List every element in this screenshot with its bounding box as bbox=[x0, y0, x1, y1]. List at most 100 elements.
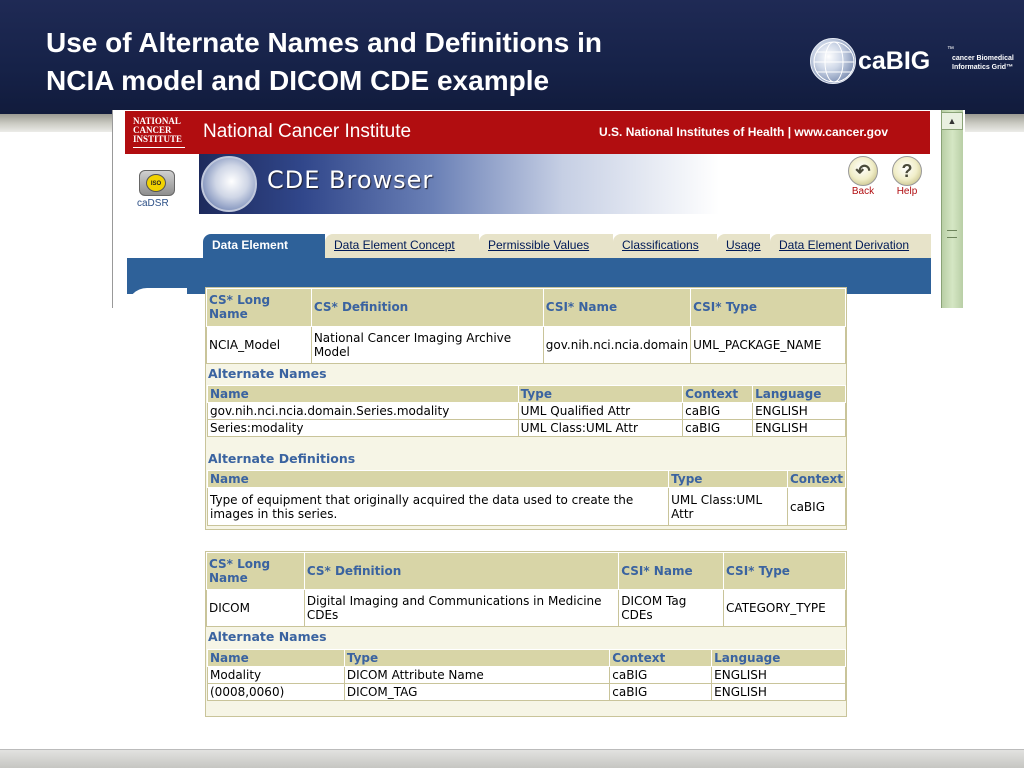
tab-data-element[interactable]: Data Element bbox=[203, 234, 325, 260]
table-cell: ENGLISH bbox=[752, 419, 846, 437]
table-cell: caBIG bbox=[682, 419, 754, 437]
alternate-names-section: Name Type Context Language gov.nih.nci.n… bbox=[207, 385, 846, 437]
tab-data-element-derivation[interactable]: Data Element Derivation bbox=[770, 234, 931, 258]
app-title: CDE Browser bbox=[267, 166, 434, 194]
table-row: NCIA_Model National Cancer Imaging Archi… bbox=[206, 325, 846, 364]
column-header: Context bbox=[609, 649, 713, 667]
table-cell: UML Qualified Attr bbox=[517, 402, 684, 420]
tab-strip-curve bbox=[127, 288, 187, 308]
cabig-trademark: ™ bbox=[947, 46, 954, 53]
table-cell: gov.nih.nci.ncia.domain.Series.modality bbox=[207, 402, 519, 420]
column-header: CSI* Type bbox=[690, 288, 846, 327]
column-header: Language bbox=[752, 385, 846, 403]
table-header-row: Name Type Context Language bbox=[207, 649, 846, 667]
alternate-names-section: Name Type Context Language Modality DICO… bbox=[207, 649, 846, 701]
scrollbar-grip[interactable] bbox=[947, 230, 957, 238]
table-header-row: Name Type Context Language bbox=[207, 385, 846, 403]
column-header: CS* Definition bbox=[303, 552, 620, 590]
table-cell: DICOM_TAG bbox=[343, 683, 611, 701]
table-cell: UML_PACKAGE_NAME bbox=[690, 325, 846, 364]
alternate-definitions-table: Name Type Context Type of equipment that… bbox=[206, 470, 847, 526]
column-header: Type bbox=[668, 470, 788, 488]
globe-icon bbox=[810, 38, 856, 84]
column-header: Name bbox=[207, 385, 519, 403]
slide-footer bbox=[0, 749, 1024, 768]
nih-links[interactable]: U.S. National Institutes of Health | www… bbox=[599, 125, 888, 139]
dicom-classification-panel: CS* Long Name CS* Definition CSI* Name C… bbox=[205, 551, 847, 717]
table-header-row: CS* Long Name CS* Definition CSI* Name C… bbox=[206, 288, 846, 327]
column-header: Context bbox=[786, 470, 847, 488]
slide-header: Use of Alternate Names and Definitions i… bbox=[0, 0, 1024, 114]
alternate-names-heading: Alternate Names bbox=[208, 629, 327, 644]
alternate-definitions-heading: Alternate Definitions bbox=[208, 451, 356, 466]
back-icon: ↶ bbox=[848, 156, 878, 186]
cde-browser-banner: CDE Browser bbox=[199, 154, 719, 214]
table-row: Modality DICOM Attribute Name caBIG ENGL… bbox=[207, 666, 846, 684]
table-cell: Modality bbox=[207, 666, 345, 684]
scrollbar-track[interactable] bbox=[941, 110, 963, 308]
table-cell: caBIG bbox=[609, 683, 713, 701]
table-header-row: Name Type Context bbox=[206, 470, 847, 488]
table-row: Series:modality UML Class:UML Attr caBIG… bbox=[207, 419, 846, 437]
tab-classifications[interactable]: Classifications bbox=[613, 234, 717, 258]
table-cell: caBIG bbox=[786, 487, 847, 526]
cabig-logo: caBIG ™ cancer Biomedical Informatics Gr… bbox=[810, 38, 1014, 86]
tab-permissible-values[interactable]: Permissible Values bbox=[479, 234, 613, 258]
nci-name[interactable]: National Cancer Institute bbox=[203, 121, 411, 143]
column-header: CS* Long Name bbox=[206, 552, 305, 590]
table-cell: NCIA_Model bbox=[206, 325, 312, 364]
help-label: Help bbox=[896, 186, 918, 197]
table-cell: DICOM Attribute Name bbox=[343, 666, 611, 684]
table-cell: National Cancer Imaging Archive Model bbox=[310, 325, 544, 364]
table-cell: Digital Imaging and Communications in Me… bbox=[303, 589, 620, 627]
table-cell: DICOM bbox=[206, 589, 305, 627]
column-header: CS* Definition bbox=[310, 288, 544, 327]
table-cell: Series:modality bbox=[207, 419, 519, 437]
cadsr-label: caDSR bbox=[137, 198, 169, 209]
table-header-row: CS* Long Name CS* Definition CSI* Name C… bbox=[206, 552, 846, 590]
table-row: (0008,0060) DICOM_TAG caBIG ENGLISH bbox=[207, 683, 846, 701]
cabig-subtitle: cancer Biomedical Informatics Grid™ bbox=[952, 55, 1014, 71]
table-cell: Type of equipment that originally acquir… bbox=[206, 487, 670, 526]
cadsr-logo[interactable]: ISO caDSR bbox=[133, 156, 181, 212]
table-row: gov.nih.nci.ncia.domain.Series.modality … bbox=[207, 402, 846, 420]
table-cell: CATEGORY_TYPE bbox=[723, 589, 846, 627]
cde-browser-screenshot: NATIONAL CANCER INSTITUTE National Cance… bbox=[112, 110, 965, 308]
alternate-names-heading: Alternate Names bbox=[208, 366, 327, 381]
alternate-definitions-section: Name Type Context Type of equipment that… bbox=[206, 470, 847, 526]
back-button[interactable]: ↶ Back bbox=[843, 156, 883, 197]
table-cell: caBIG bbox=[609, 666, 713, 684]
table-cell: ENGLISH bbox=[711, 683, 846, 701]
table-cell: gov.nih.nci.ncia.domain bbox=[542, 325, 692, 364]
cabig-wordmark: caBIG bbox=[858, 47, 931, 75]
iso-badge: ISO bbox=[146, 174, 166, 192]
table-row: DICOM Digital Imaging and Communications… bbox=[206, 589, 846, 627]
nci-logo[interactable]: NATIONAL CANCER INSTITUTE bbox=[133, 117, 185, 148]
table-cell: UML Class:UML Attr bbox=[668, 487, 788, 526]
column-header: Language bbox=[711, 649, 846, 667]
help-icon: ? bbox=[892, 156, 922, 186]
classification-table: CS* Long Name CS* Definition CSI* Name C… bbox=[206, 552, 846, 627]
column-header: CSI* Name bbox=[542, 288, 692, 327]
column-header: CSI* Name bbox=[618, 552, 725, 590]
column-header: CSI* Type bbox=[723, 552, 846, 590]
column-header: Context bbox=[682, 385, 754, 403]
tab-data-element-concept[interactable]: Data Element Concept bbox=[325, 234, 479, 258]
column-header: Name bbox=[206, 470, 670, 488]
scrollbar[interactable]: ▲ bbox=[931, 110, 965, 308]
nci-banner: NATIONAL CANCER INSTITUTE National Cance… bbox=[125, 111, 930, 154]
column-header: Type bbox=[517, 385, 684, 403]
column-header: CS* Long Name bbox=[206, 288, 312, 327]
table-cell: caBIG bbox=[682, 402, 754, 420]
table-cell: (0008,0060) bbox=[207, 683, 345, 701]
alternate-names-table: Name Type Context Language Modality DICO… bbox=[207, 649, 846, 701]
tab-bar: Data Element Data Element Concept Permis… bbox=[203, 234, 931, 260]
column-header: Type bbox=[343, 649, 611, 667]
scroll-up-icon[interactable]: ▲ bbox=[941, 112, 963, 130]
table-row: Type of equipment that originally acquir… bbox=[206, 487, 847, 526]
back-label: Back bbox=[851, 186, 875, 197]
ncia-classification-panel: CS* Long Name CS* Definition CSI* Name C… bbox=[205, 287, 847, 530]
help-button[interactable]: ? Help bbox=[887, 156, 927, 197]
tab-usage[interactable]: Usage bbox=[717, 234, 770, 258]
cde-disc-icon bbox=[201, 156, 257, 212]
